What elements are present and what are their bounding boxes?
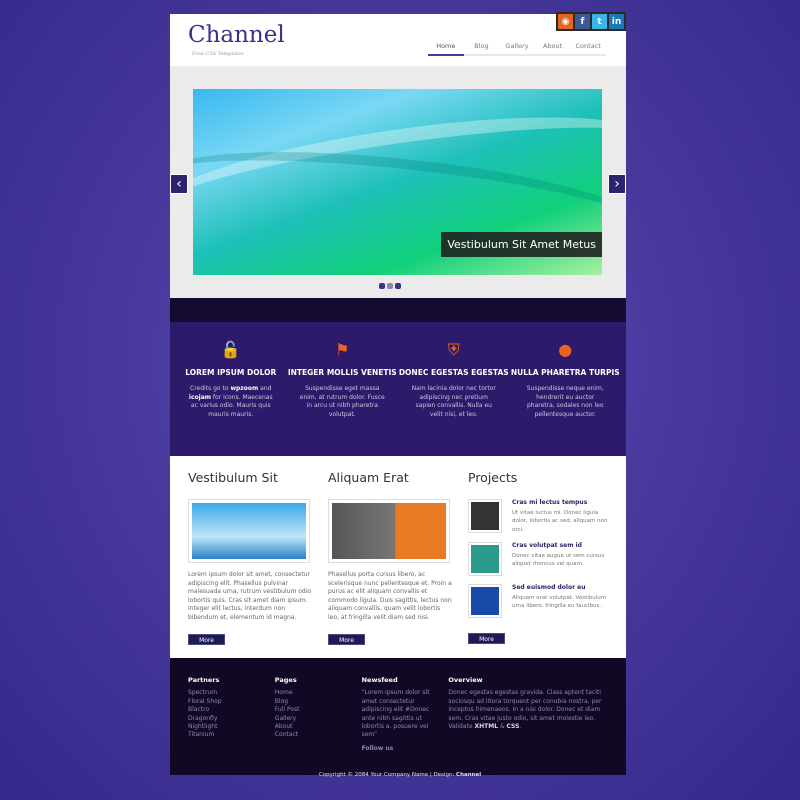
footer-heading: Overview (448, 676, 483, 684)
slide-caption: Vestibulum Sit Amet Metus (441, 232, 602, 257)
column-text: Phasellus porta cursus libero, ac sceler… (328, 571, 452, 621)
content: Vestibulum Sit Lorem ipsum dolor sit ame… (170, 456, 626, 658)
logo[interactable]: Channel (188, 22, 285, 48)
thumbnail[interactable] (188, 499, 310, 563)
nav-contact[interactable]: Contact (570, 40, 606, 54)
thumbnail[interactable] (328, 499, 450, 563)
footer-link[interactable]: Blog (275, 698, 362, 706)
project-thumb[interactable] (468, 499, 502, 533)
footer-pages: Pages Home Blog Full Post Gallery About … (275, 676, 362, 775)
project-item[interactable]: Cras mi lectus tempus Ut vitae luctus mi.… (468, 499, 608, 534)
nav-blog[interactable]: Blog (464, 40, 500, 54)
project-item[interactable]: Cras volutpat sem id Donec vitae augue ut… (468, 541, 608, 576)
project-text: Aliquam erat volutpat. Vestibulum urna l… (512, 594, 607, 610)
slider-dot[interactable] (395, 283, 401, 289)
project-thumb[interactable] (468, 583, 502, 618)
feature-title: LOREM IPSUM DOLOR (185, 368, 277, 377)
footer-link[interactable]: Full Post (275, 706, 362, 714)
divider-band (170, 298, 626, 322)
feature-text: Credits go to wpzoom and icojam for icon… (188, 385, 273, 418)
designer-link[interactable]: Channel (456, 772, 481, 778)
nav-home[interactable]: Home (428, 40, 464, 56)
slider-dot[interactable] (387, 283, 393, 289)
footer-link[interactable]: Gallery (275, 715, 362, 723)
feature-text: Suspendisse neque enim, hendrerit eu auc… (526, 385, 604, 418)
project-text: Ut vitae luctus mi. Donec ligula dolor, … (512, 510, 608, 533)
facebook-icon[interactable]: f (575, 14, 590, 29)
feature-title: INTEGER MOLLIS VENETIS (287, 368, 397, 377)
feature-title: DONEC EGESTAS EGESTAS (398, 368, 509, 377)
column-title: Aliquam Erat (328, 470, 409, 485)
nav-about[interactable]: About (535, 40, 571, 54)
flag-icon: ⚑ (335, 340, 350, 359)
feature-text: Suspendisse eget massa enim, at rutrum d… (299, 385, 385, 418)
project-title[interactable]: Cras mi lectus tempus (512, 499, 608, 506)
footer-link[interactable]: Blactro (188, 706, 275, 714)
bug-icon: ● (558, 340, 573, 359)
column-vestibulum: Vestibulum Sit Lorem ipsum dolor sit ame… (188, 470, 328, 658)
css-link[interactable]: CSS (507, 723, 520, 730)
nav-gallery[interactable]: Gallery (499, 40, 535, 54)
project-thumb[interactable] (468, 541, 502, 576)
footer-link[interactable]: About (275, 723, 362, 731)
footer-link[interactable]: Home (275, 689, 362, 697)
project-title[interactable]: Sed euismod dolor eu (512, 584, 608, 591)
feature: ● NULLA PHARETRA TURPIS Suspendisse nequ… (510, 340, 622, 456)
shield-icon: ⛨ (447, 340, 460, 359)
rss-icon[interactable]: ◉ (558, 14, 573, 29)
social-links: ◉ f t in (556, 12, 626, 31)
footer-link[interactable]: Contact (275, 731, 362, 739)
next-arrow-icon[interactable]: › (608, 174, 626, 194)
page-container: Channel Free CSS Templates ◉ f t in Home… (170, 12, 626, 775)
main-nav: Home Blog Gallery About Contact (428, 40, 606, 56)
footer-heading: Pages (274, 676, 297, 684)
footer-link[interactable]: Nightlight (188, 723, 275, 731)
column-title: Vestibulum Sit (188, 470, 278, 485)
footer-link[interactable]: Titanium (188, 731, 275, 739)
footer-partners: Partners Spectrum Floral Shop Blactro Dr… (188, 676, 275, 775)
column-aliquam: Aliquam Erat Phasellus porta cursus libe… (328, 470, 468, 658)
more-button[interactable]: More (188, 634, 225, 645)
follow-us-link[interactable]: Follow us (362, 745, 449, 753)
slider-dots (379, 283, 401, 289)
footer-heading: Partners (188, 676, 220, 684)
footer-link[interactable]: Spectrum (188, 689, 275, 697)
feature: ⛨ DONEC EGESTAS EGESTAS Nam lacinia dolo… (398, 340, 510, 456)
slider-dot[interactable] (379, 283, 385, 289)
twitter-icon[interactable]: t (592, 14, 607, 29)
feature-title: NULLA PHARETRA TURPIS (510, 368, 620, 377)
tagline: Free CSS Templates (192, 51, 244, 57)
footer-overview: Overview Donec egestas egestas gravida. … (448, 676, 608, 775)
header: Channel Free CSS Templates ◉ f t in Home… (170, 12, 626, 66)
more-button[interactable]: More (468, 632, 505, 644)
newsfeed-text: "Lorem ipsum dolor sit amet consectetur … (361, 689, 430, 739)
feature: ⚑ INTEGER MOLLIS VENETIS Suspendisse ege… (287, 340, 399, 456)
column-projects: Projects Cras mi lectus tempus Ut vitae l… (468, 470, 608, 658)
feature: 🔓 LOREM IPSUM DOLOR Credits go to wpzoom… (175, 340, 287, 456)
column-title: Projects (468, 470, 518, 485)
lock-icon: 🔓 (220, 340, 241, 359)
features: 🔓 LOREM IPSUM DOLOR Credits go to wpzoom… (170, 322, 626, 456)
footer: Partners Spectrum Floral Shop Blactro Dr… (170, 658, 626, 775)
footer-link[interactable]: Dragonfly (188, 715, 275, 723)
slider: Vestibulum Sit Amet Metus ‹ › (170, 66, 626, 298)
prev-arrow-icon[interactable]: ‹ (170, 174, 188, 194)
slide-image: Vestibulum Sit Amet Metus (193, 89, 602, 275)
project-title[interactable]: Cras volutpat sem id (512, 542, 608, 549)
footer-heading: Newsfeed (361, 676, 398, 684)
footer-newsfeed: Newsfeed "Lorem ipsum dolor sit amet con… (362, 676, 449, 775)
linkedin-icon[interactable]: in (609, 14, 624, 29)
footer-link[interactable]: Floral Shop (188, 698, 275, 706)
copyright: Copyright © 2084 Your Company Name | Des… (318, 772, 482, 778)
xhtml-link[interactable]: XHTML (474, 723, 498, 730)
feature-text: Nam lacinia dolor nec tortor adipiscing … (411, 385, 496, 418)
column-text: Lorem ipsum dolor sit amet, consectetur … (188, 571, 312, 621)
more-button[interactable]: More (328, 634, 365, 645)
project-item[interactable]: Sed euismod dolor eu Aliquam erat volutpa… (468, 583, 608, 618)
overview-text: Donec egestas egestas gravida. Class apt… (448, 689, 602, 731)
project-text: Donec vitae augue ut sem cursus aliquet … (512, 552, 605, 568)
